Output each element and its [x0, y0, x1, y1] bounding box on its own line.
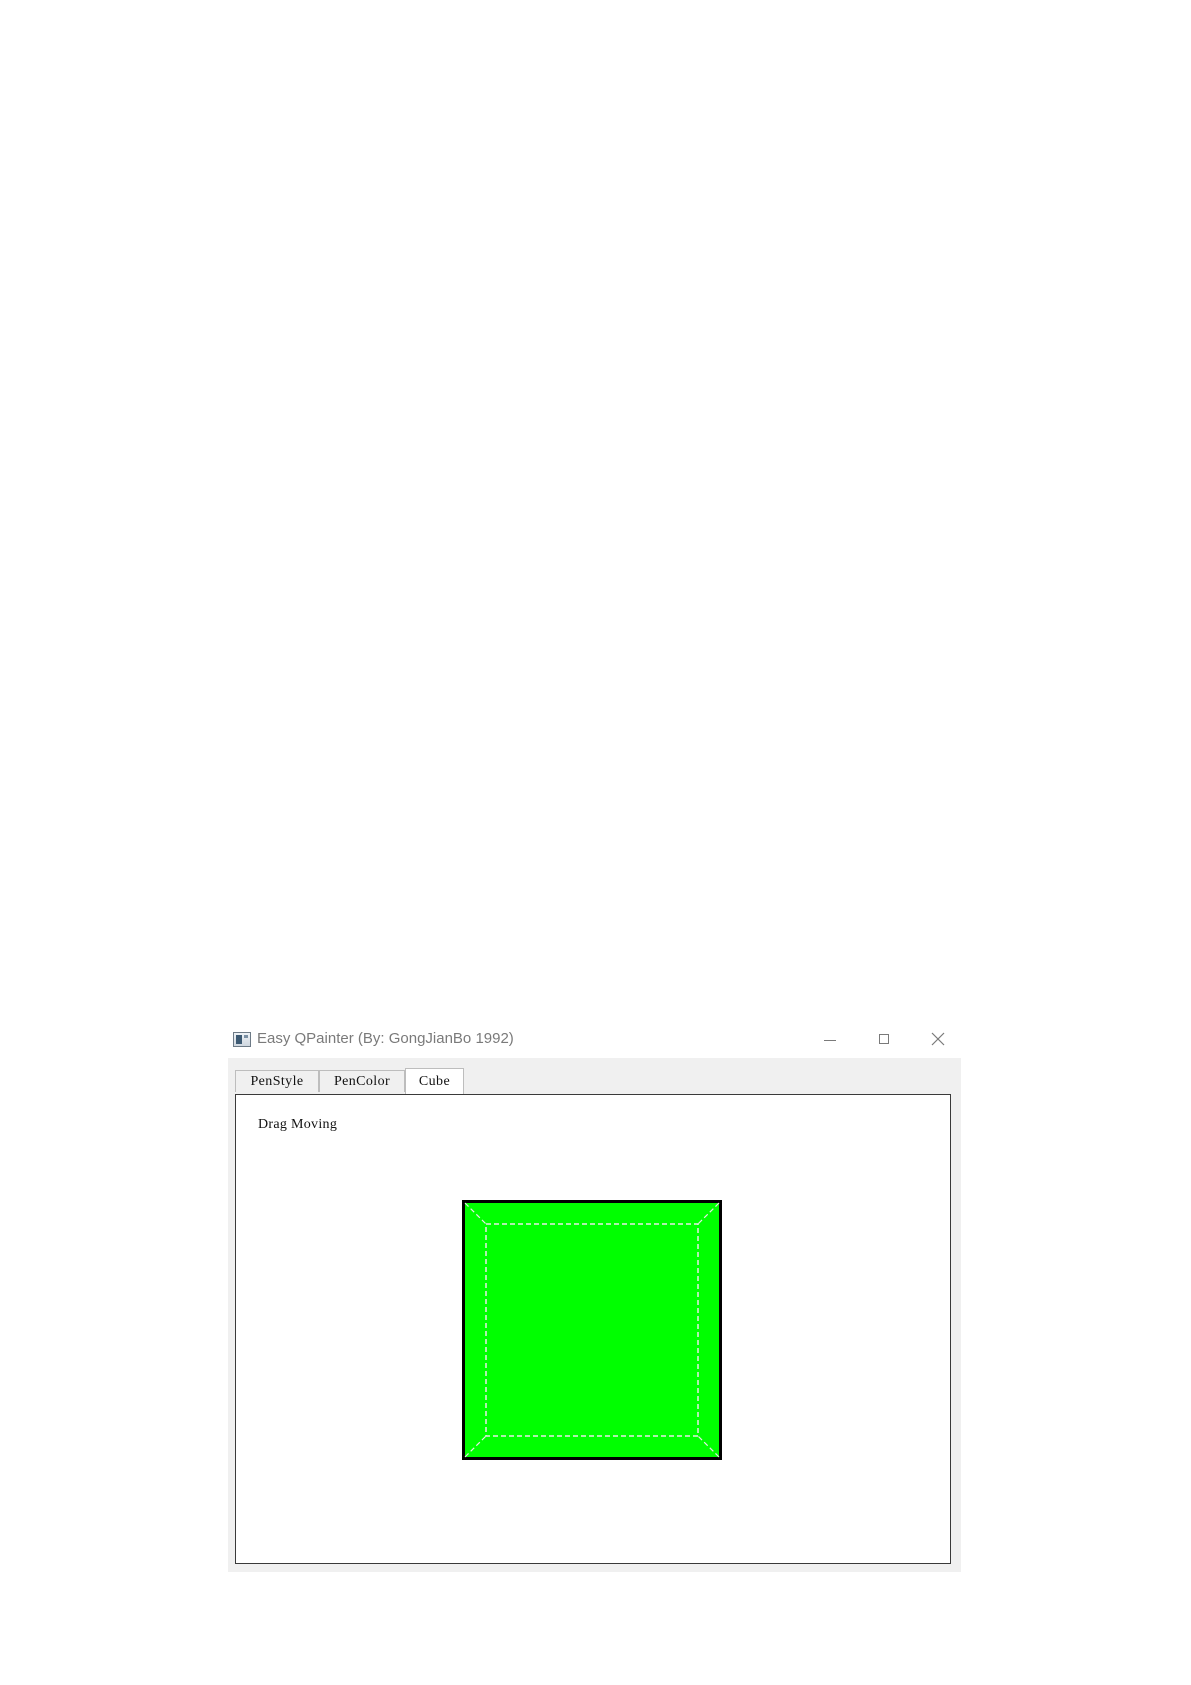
tab-cube[interactable]: Cube [405, 1068, 464, 1094]
cube-drawing[interactable] [462, 1200, 722, 1460]
minimize-button[interactable] [804, 1022, 856, 1056]
app-window: Easy QPainter (By: GongJianBo 1992) PenS… [228, 1022, 961, 1572]
app-window-icon [233, 1032, 251, 1047]
tab-pencolor[interactable]: PenColor [319, 1070, 405, 1092]
minimize-icon [824, 1039, 836, 1041]
title-bar[interactable]: Easy QPainter (By: GongJianBo 1992) [228, 1022, 961, 1058]
drag-hint-label: Drag Moving [258, 1117, 338, 1132]
close-button[interactable] [912, 1022, 964, 1056]
cube-front-face[interactable] [462, 1200, 722, 1460]
maximize-icon [879, 1034, 889, 1044]
close-icon [931, 1032, 945, 1046]
window-title: Easy QPainter (By: GongJianBo 1992) [257, 1030, 514, 1047]
cube-canvas[interactable]: Drag Moving [235, 1094, 951, 1564]
maximize-button[interactable] [858, 1022, 910, 1056]
tab-penstyle[interactable]: PenStyle [235, 1070, 319, 1092]
